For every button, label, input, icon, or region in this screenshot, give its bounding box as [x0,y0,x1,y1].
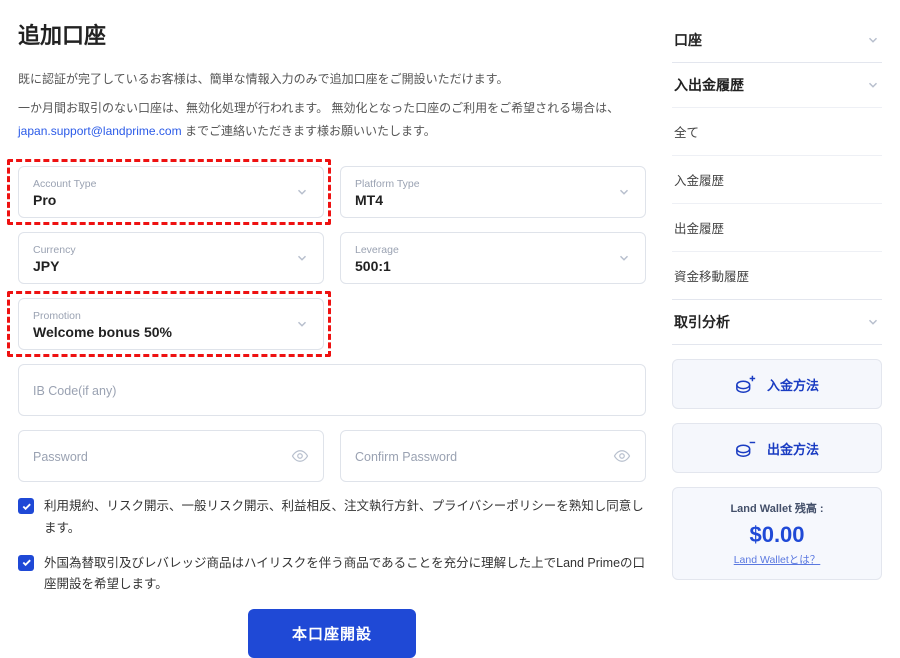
sidebar-item-withdraw[interactable]: 出金履歴 [672,203,882,251]
password-input[interactable]: Password [18,430,324,482]
eye-icon[interactable] [613,447,631,465]
desc-text-a: 一か月間お取引のない口座は、無効化処理が行われます。 無効化となった口座のご利用… [18,101,619,115]
leverage-value: 500:1 [355,258,631,274]
wallet-info-link[interactable]: Land Walletとは？ [734,552,821,567]
account-type-value: Pro [33,192,309,208]
sidebar-item-all[interactable]: 全て [672,107,882,155]
sidebar-history-header[interactable]: 入出金履歴 [672,63,882,107]
support-email-link[interactable]: japan.support@landprime.com [18,124,182,138]
description-line-2: 一か月間お取引のない口座は、無効化処理が行われます。 無効化となった口座のご利用… [18,97,646,143]
chevron-down-icon [866,315,880,329]
eye-icon[interactable] [291,447,309,465]
currency-value: JPY [33,258,309,274]
consent-1-text: 利用規約、リスク開示、一般リスク開示、利益相反、注文執行方針、プライバシーポリシ… [44,496,646,539]
withdraw-method-label: 出金方法 [767,439,819,458]
sidebar-history-label: 入出金履歴 [674,75,744,95]
password-placeholder: Password [33,450,309,464]
currency-label: Currency [33,245,309,256]
consent-2-text: 外国為替取引及びレバレッジ商品はハイリスクを伴う商品であることを充分に理解した上… [44,553,646,596]
consent-2-checkbox[interactable] [18,555,34,571]
platform-type-select[interactable]: Platform Type MT4 [340,166,646,218]
sidebar-item-transfer[interactable]: 資金移動履歴 [672,251,882,299]
ib-code-input[interactable]: IB Code(if any) [18,364,646,416]
ib-code-placeholder: IB Code(if any) [33,384,631,398]
promotion-label: Promotion [33,311,309,322]
leverage-select[interactable]: Leverage 500:1 [340,232,646,284]
account-type-select[interactable]: Account Type Pro [18,166,324,218]
chevron-down-icon [866,33,880,47]
wallet-label: Land Wallet 残高 : [685,500,869,516]
chevron-down-icon [866,78,880,92]
money-in-icon [735,373,757,395]
platform-type-value: MT4 [355,192,631,208]
account-type-label: Account Type [33,179,309,190]
sidebar-analysis-label: 取引分析 [674,312,730,332]
confirm-password-placeholder: Confirm Password [355,450,631,464]
currency-select[interactable]: Currency JPY [18,232,324,284]
sidebar-account-label: 口座 [674,30,702,50]
desc-text-b: までご連絡いただきます様お願いいたします。 [182,124,436,138]
promotion-select[interactable]: Promotion Welcome bonus 50% [18,298,324,350]
sidebar-account-header[interactable]: 口座 [672,18,882,62]
consent-1-checkbox[interactable] [18,498,34,514]
description-line-1: 既に認証が完了しているお客様は、簡単な情報入力のみで追加口座をご開設いただけます… [18,68,646,91]
wallet-amount: $0.00 [685,522,869,548]
sidebar-item-deposit[interactable]: 入金履歴 [672,155,882,203]
deposit-method-label: 入金方法 [767,375,819,394]
promotion-value: Welcome bonus 50% [33,324,309,340]
wallet-balance-box: Land Wallet 残高 : $0.00 Land Walletとは？ [672,487,882,580]
deposit-method-button[interactable]: 入金方法 [672,359,882,409]
platform-type-label: Platform Type [355,179,631,190]
leverage-label: Leverage [355,245,631,256]
page-title: 追加口座 [18,18,646,50]
confirm-password-input[interactable]: Confirm Password [340,430,646,482]
money-out-icon [735,437,757,459]
withdraw-method-button[interactable]: 出金方法 [672,423,882,473]
sidebar-analysis-header[interactable]: 取引分析 [672,300,882,344]
